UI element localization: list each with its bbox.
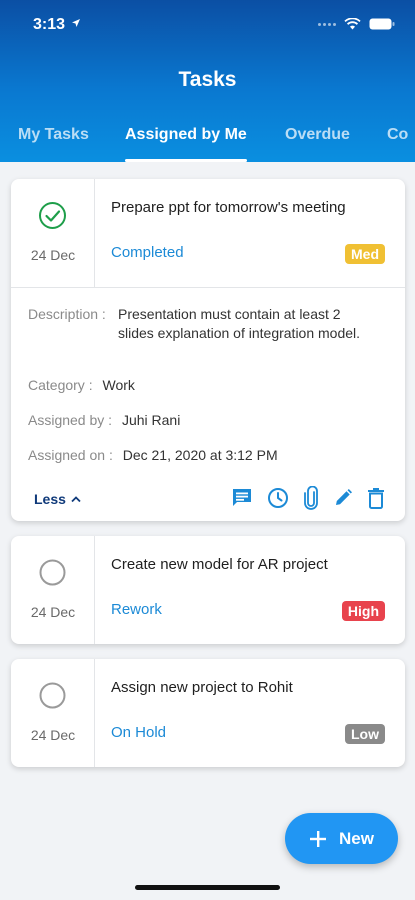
- category-row: Category : Work: [28, 377, 135, 393]
- task-title: Prepare ppt for tomorrow's meeting: [111, 199, 346, 216]
- assigned-on-row: Assigned on : Dec 21, 2020 at 3:12 PM: [28, 447, 278, 463]
- tab-completed[interactable]: Co: [387, 124, 408, 162]
- assigned-by-value: Juhi Rani: [121, 412, 181, 428]
- description-label: Description :: [28, 306, 106, 322]
- description-row: Description :: [28, 306, 106, 322]
- new-task-button[interactable]: New: [285, 813, 398, 864]
- task-details: Description : Presentation must contain …: [11, 287, 405, 521]
- wifi-icon: [344, 18, 361, 30]
- task-title: Create new model for AR project: [111, 556, 328, 573]
- task-status: Rework: [111, 601, 162, 618]
- category-value: Work: [102, 377, 135, 393]
- less-label: Less: [34, 491, 66, 507]
- new-task-label: New: [339, 828, 374, 848]
- priority-badge: Med: [345, 244, 385, 264]
- status-time: 3:13: [33, 16, 66, 33]
- tab-bar: My Tasks Assigned by Me Overdue Co: [0, 124, 415, 162]
- task-status: Completed: [111, 244, 184, 261]
- completed-check-icon[interactable]: [38, 201, 67, 230]
- task-date: 24 Dec: [30, 727, 76, 743]
- assigned-on-value: Dec 21, 2020 at 3:12 PM: [122, 447, 278, 463]
- priority-badge: Low: [345, 724, 385, 744]
- comment-icon[interactable]: [231, 487, 253, 509]
- task-left-column: 24 Dec: [11, 536, 95, 644]
- task-actions: [231, 486, 385, 510]
- task-date: 24 Dec: [30, 604, 76, 620]
- description-text: Presentation must contain at least 2 sli…: [118, 306, 361, 341]
- edit-pencil-icon[interactable]: [333, 488, 353, 508]
- task-status: On Hold: [111, 724, 167, 741]
- attachment-icon[interactable]: [303, 486, 319, 510]
- tab-my-tasks[interactable]: My Tasks: [18, 124, 89, 162]
- task-date: 24 Dec: [30, 247, 76, 263]
- home-indicator[interactable]: [135, 885, 280, 890]
- location-arrow-icon: [72, 19, 80, 27]
- tab-assigned-by-me[interactable]: Assigned by Me: [125, 124, 247, 162]
- category-label: Category :: [28, 377, 93, 393]
- page-title: Tasks: [178, 68, 237, 91]
- battery-icon: [369, 18, 395, 30]
- status-indicators: [318, 18, 395, 30]
- chevron-up-icon: [71, 496, 81, 503]
- incomplete-circle-icon[interactable]: [38, 681, 67, 710]
- tab-overdue[interactable]: Overdue: [285, 124, 350, 162]
- incomplete-circle-icon[interactable]: [38, 558, 67, 587]
- app-header: 3:13 Tasks My Tasks Assigned by Me Overd…: [0, 0, 415, 162]
- assigned-on-label: Assigned on :: [28, 447, 113, 463]
- assigned-by-row: Assigned by : Juhi Rani: [28, 412, 180, 428]
- priority-badge: High: [341, 601, 385, 621]
- task-left-column: 24 Dec: [11, 659, 95, 767]
- assigned-by-label: Assigned by :: [28, 412, 113, 428]
- status-bar: 3:13: [0, 14, 415, 40]
- task-left-column: 24 Dec: [11, 179, 95, 287]
- plus-icon: [310, 830, 327, 847]
- task-title: Assign new project to Rohit: [111, 679, 293, 696]
- task-card[interactable]: 24 Dec Assign new project to Rohit On Ho…: [11, 659, 405, 767]
- task-card[interactable]: 24 Dec Create new model for AR project R…: [11, 536, 405, 644]
- task-card[interactable]: 24 Dec Prepare ppt for tomorrow's meetin…: [11, 179, 405, 521]
- signal-icon: [318, 22, 336, 26]
- clock-icon[interactable]: [267, 487, 289, 509]
- delete-trash-icon[interactable]: [367, 487, 385, 509]
- less-button[interactable]: Less: [34, 491, 82, 507]
